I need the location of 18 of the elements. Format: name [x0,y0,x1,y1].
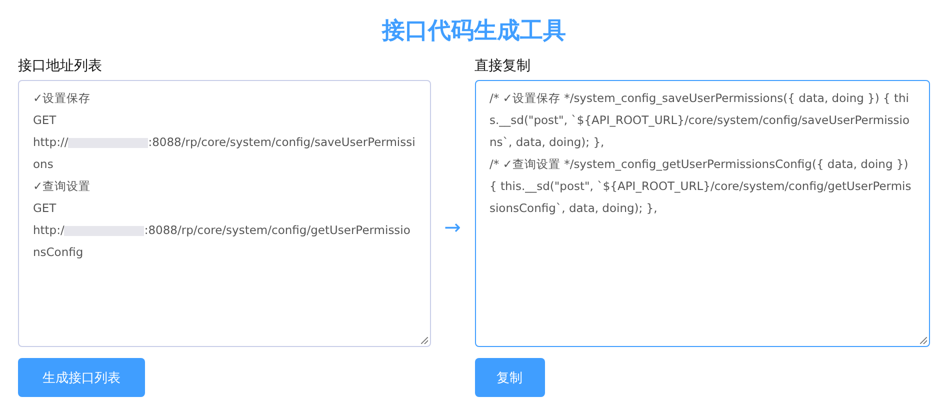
section-label: 接口地址列表 [18,57,103,76]
section-label: 直接复制 [474,57,532,76]
code-area[interactable] [474,80,930,347]
entry-method: GET [33,200,58,217]
copy-button[interactable]: 复制 [474,358,544,397]
code-line: /* ✓设置保存 */system_config_saveUserPermissions({ data, doing }) { this.__sd("post", `${API_ROOT_URL}/core/system/config/saveUserPermissions`, data, doing); }, [490,90,911,151]
page-title: 接口代码生成工具 [380,17,567,46]
entry-url: http:// :8088/rp/core/system/config/saveUserPermissions [33,134,416,173]
entry-name: ✓查询设置 [33,178,92,195]
generate-button[interactable]: 生成接口列表 [18,358,145,397]
text-area[interactable]: ✓设置保存 GET http:// :8088/rp/core/system/config/saveUserPermissions ✓查询设置 GET http:/ :8088/rp/core/system/config/getUserPermissionsConfig [18,80,431,347]
entry-name: ✓设置保存 [33,90,92,107]
entry-method: GET [33,112,58,129]
resize-grip-icon[interactable] [420,337,428,344]
arrow-icon: → [444,214,461,238]
code-line: /* ✓查询设置 */system_config_getUserPermissionsConfig({ data, doing }) { this.__sd("post", `${API_ROOT_URL}/core/system/config/getUserPermissionsConfig`, data, doing); }, [490,156,912,217]
resize-grip-icon[interactable] [920,337,927,344]
entry-url: http:/ :8088/rp/core/system/config/getUserPermissionsConfig [33,222,412,261]
